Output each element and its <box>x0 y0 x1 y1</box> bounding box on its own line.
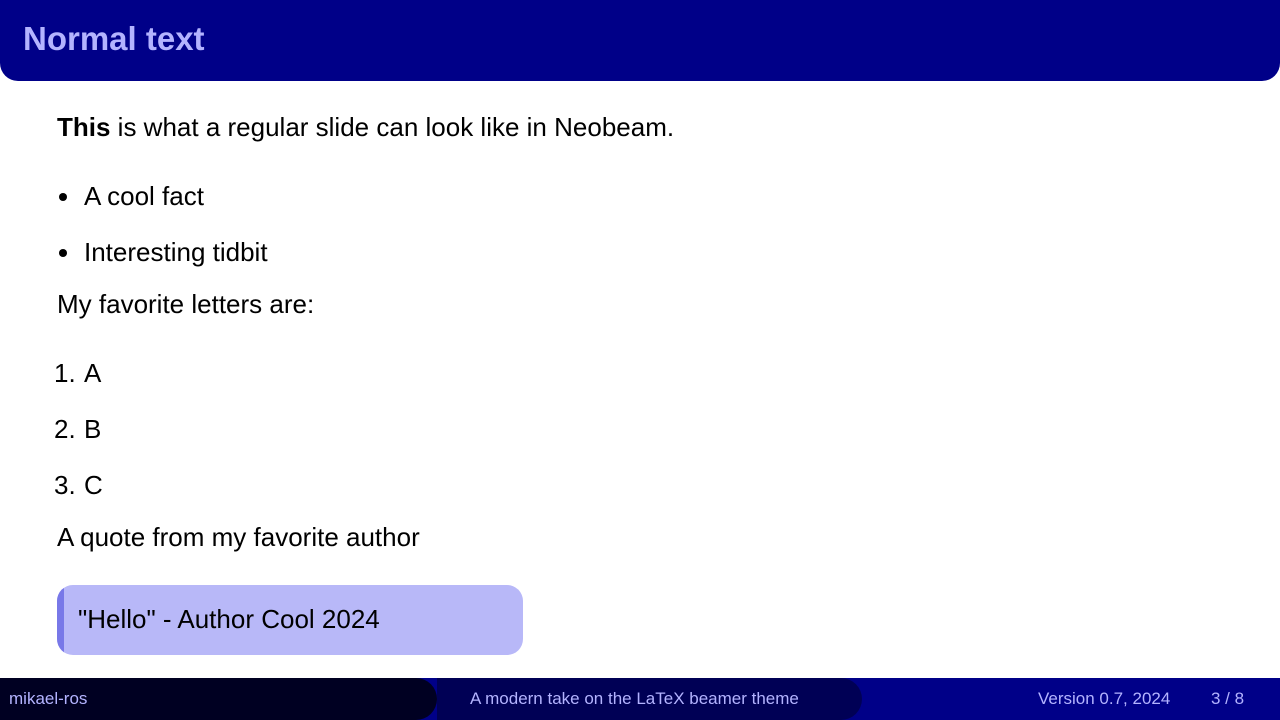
footer-author: mikael-ros <box>9 689 88 708</box>
quote-text: "Hello" - Author Cool 2024 <box>78 604 380 634</box>
enum-number: 3. <box>54 470 76 500</box>
letters-intro: My favorite letters are: <box>57 289 315 319</box>
quote-accent-bar <box>57 585 64 655</box>
intro-paragraph: This is what a regular slide can look li… <box>57 111 674 143</box>
intro-bold-word: This <box>57 112 111 142</box>
enum-number: 1. <box>54 358 76 388</box>
footer-version: Version 0.7, 2024 <box>1038 689 1171 708</box>
enum-text: B <box>84 414 102 444</box>
footer: mikael-ros A modern take on the LaTeX be… <box>0 678 1280 720</box>
bullet-icon <box>59 249 67 257</box>
bullet-text: Interesting tidbit <box>84 237 268 267</box>
frame-title-bar: Normal text <box>0 0 1280 81</box>
bullet-text: A cool fact <box>84 181 204 211</box>
bullet-icon <box>59 193 67 201</box>
quote-block: "Hello" - Author Cool 2024 <box>57 585 523 655</box>
quote-intro: A quote from my favorite author <box>57 522 420 552</box>
frame-title: Normal text <box>23 20 205 57</box>
enum-number: 2. <box>54 414 76 444</box>
footer-presentation-title: A modern take on the LaTeX beamer theme <box>470 689 799 708</box>
enum-text: C <box>84 470 103 500</box>
enum-text: A <box>84 358 102 388</box>
intro-text: is what a regular slide can look like in… <box>110 112 675 142</box>
footer-page-number: 3 / 8 <box>1211 689 1245 708</box>
